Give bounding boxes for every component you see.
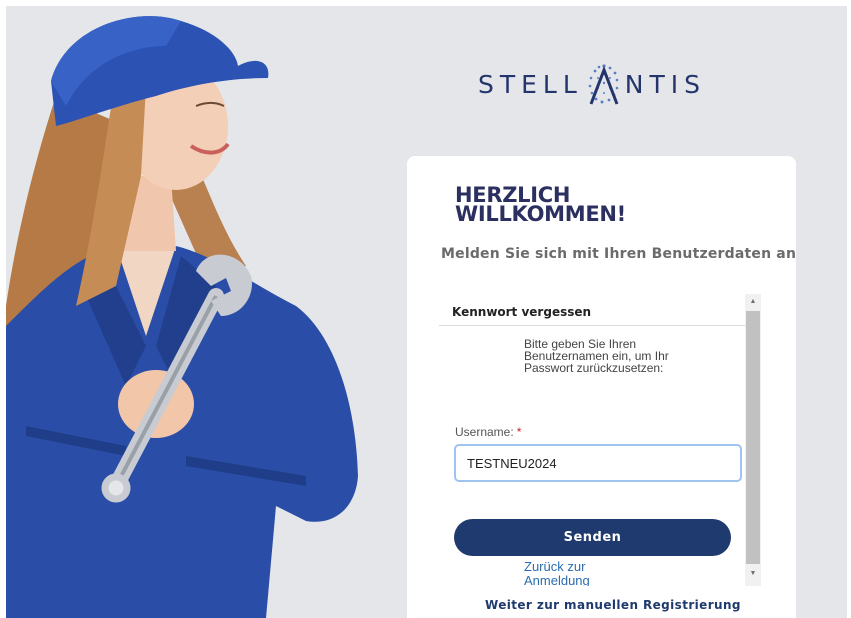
reset-instructions: Bitte geben Sie Ihren Benutzernamen ein,… xyxy=(524,337,669,375)
username-label-text: Username: xyxy=(455,425,514,439)
frame-scrollbar[interactable]: ▲ ▼ xyxy=(745,294,761,586)
username-input[interactable] xyxy=(454,444,742,482)
password-reset-frame: Kennwort vergessen Bitte geben Sie Ihren… xyxy=(439,294,761,586)
scroll-down-icon[interactable]: ▼ xyxy=(745,566,761,582)
logo-star-icon xyxy=(588,64,619,105)
back-to-login-link[interactable]: Zurück zur Anmeldung xyxy=(524,560,614,587)
username-label: Username: * xyxy=(455,425,521,439)
mechanic-woman-image xyxy=(6,16,358,618)
forgot-password-heading: Kennwort vergessen xyxy=(452,305,592,319)
logo-text-left: STELL xyxy=(478,69,583,99)
logo-text-right: NTIS xyxy=(624,69,707,99)
scroll-up-icon[interactable]: ▲ xyxy=(745,294,761,310)
login-subtitle: Melden Sie sich mit Ihren Benutzerdaten … xyxy=(441,246,797,262)
manual-registration-link[interactable]: Weiter zur manuellen Registrierung xyxy=(485,598,741,612)
stellantis-logo: STELL NTIS xyxy=(478,60,706,108)
login-page: STELL NTIS HERZLICH WILLKOMMEN! Melden S… xyxy=(6,6,847,618)
send-button[interactable]: Senden xyxy=(454,519,731,556)
welcome-title: HERZLICH WILLKOMMEN! xyxy=(455,183,626,226)
frame-header: Kennwort vergessen xyxy=(439,294,745,326)
required-marker: * xyxy=(516,425,522,439)
login-card: HERZLICH WILLKOMMEN! Melden Sie sich mit… xyxy=(407,156,796,618)
scrollbar-thumb[interactable] xyxy=(746,311,760,564)
